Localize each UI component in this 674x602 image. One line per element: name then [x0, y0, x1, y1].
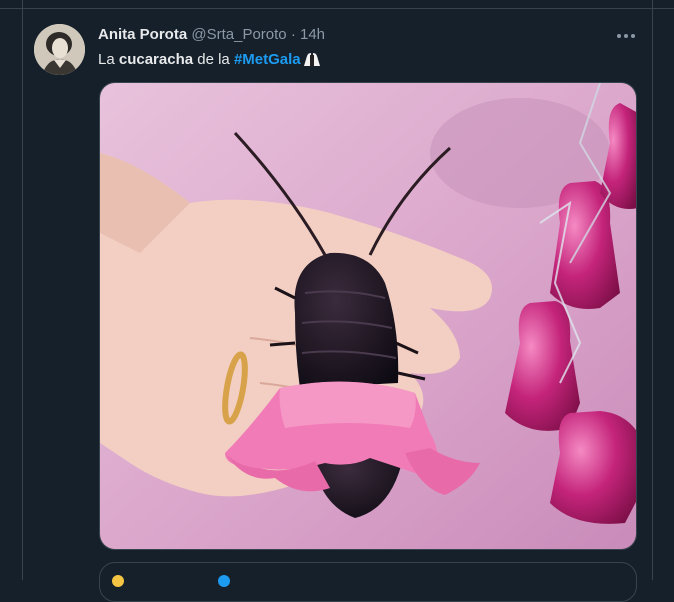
timeline-border-right	[652, 0, 653, 580]
tweet-photo[interactable]	[99, 82, 637, 550]
author-handle[interactable]: @Srta_Poroto	[191, 26, 286, 43]
tweet-text-bold: cucaracha	[118, 51, 194, 68]
timeline-border-left	[22, 0, 23, 580]
hashtag-link[interactable]: #MetGala	[234, 51, 301, 68]
tweet-text-middle: de la	[193, 51, 234, 68]
next-tweet-card[interactable]	[99, 562, 637, 602]
verified-icon	[218, 575, 230, 587]
more-options-icon	[617, 34, 635, 38]
tweet-timestamp[interactable]: 14h	[300, 26, 325, 43]
tweet-header: Anita Porota @Srta_Poroto · 14h	[98, 26, 325, 44]
avatar-portrait-icon	[34, 24, 85, 75]
author-name[interactable]: Anita Porota	[98, 26, 187, 43]
dress-emoji-icon	[303, 52, 321, 66]
tweet-text-prefix: La	[98, 51, 119, 68]
cockroach-in-tutu-photo	[100, 83, 636, 549]
tweet-text: La cucaracha de la #MetGala	[98, 50, 321, 69]
emoji-icon	[112, 575, 124, 587]
top-divider	[0, 8, 674, 9]
more-options-button[interactable]	[612, 26, 640, 44]
avatar[interactable]	[34, 24, 85, 75]
header-separator: ·	[290, 26, 296, 43]
